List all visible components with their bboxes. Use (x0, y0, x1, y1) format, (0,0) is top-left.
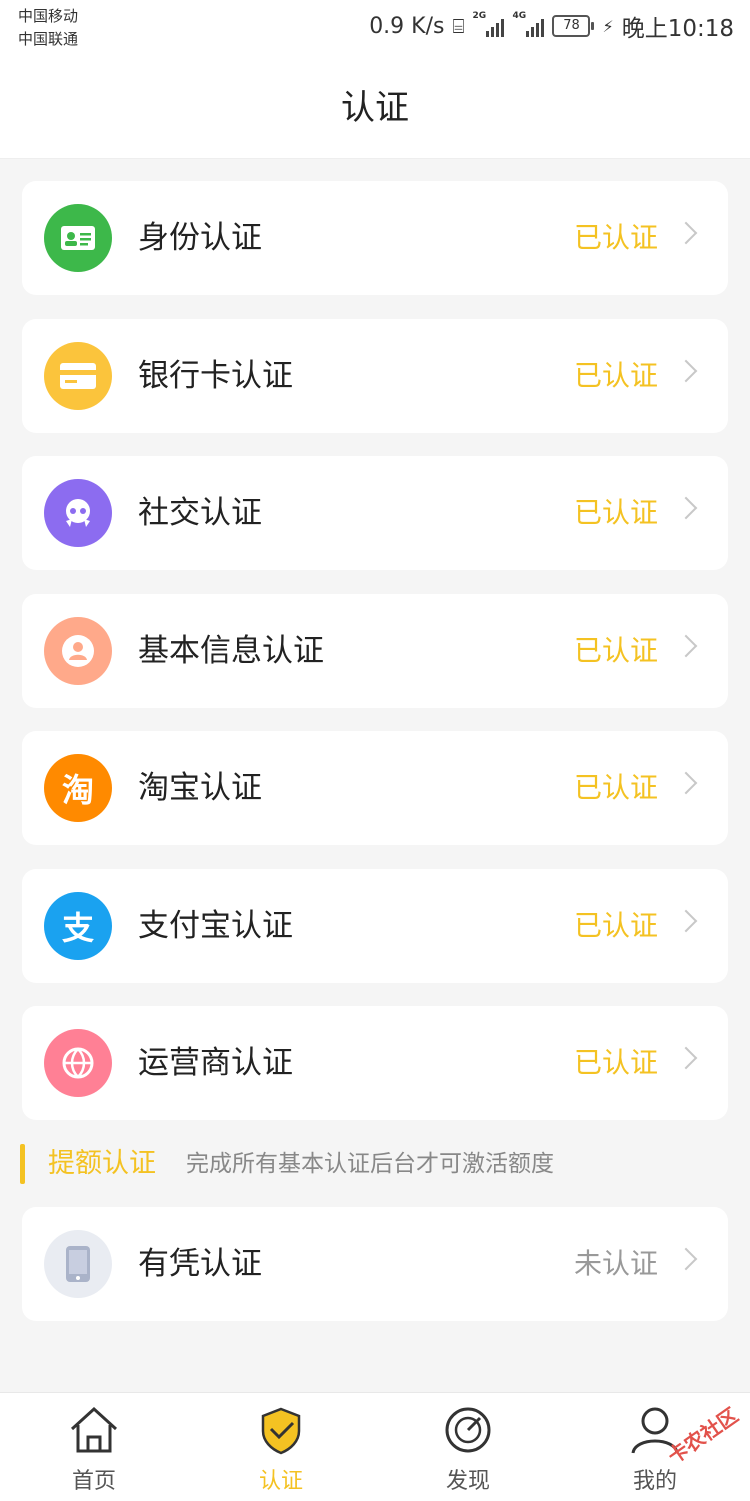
tab-label: 认证 (258, 1469, 303, 1494)
home-icon (70, 1406, 118, 1453)
verify-item-identity[interactable]: 身份认证 已认证 (22, 181, 728, 295)
tab-verify[interactable]: 认证 (221, 1393, 341, 1501)
item-status: 已认证 (573, 1046, 658, 1079)
chevron-right-icon (674, 771, 698, 795)
item-label: 基本信息认证 (138, 633, 324, 669)
carrier-2: 中国联通 (18, 30, 79, 48)
signal-4g-label: 4G (512, 11, 527, 21)
status-right: 0.9 K/s ⌸ 2G 4G 78 ⚡ 晚上10:18 (369, 8, 734, 44)
battery-icon: 78 (552, 15, 595, 37)
verify-item-taobao[interactable]: 淘 淘宝认证 已认证 (22, 731, 728, 845)
verify-item-bank-card[interactable]: 银行卡认证 已认证 (22, 319, 728, 433)
item-status: 已认证 (573, 221, 658, 254)
tab-label: 我的 (632, 1469, 677, 1494)
taobao-icon: 淘 (44, 754, 112, 822)
tab-home[interactable]: 首页 (34, 1393, 154, 1501)
carrier-names: 中国移动 中国联通 (18, 5, 78, 51)
signal-2g-icon: 2G (472, 11, 505, 37)
item-label: 支付宝认证 (138, 908, 293, 944)
item-status: 已认证 (573, 771, 658, 804)
chevron-right-icon (674, 496, 698, 520)
tab-discover[interactable]: 发现 (408, 1393, 528, 1501)
tab-label: 首页 (71, 1469, 116, 1494)
chevron-right-icon (674, 909, 698, 933)
page-title: 认证 (341, 88, 409, 128)
chevron-right-icon (674, 359, 698, 383)
verify-item-alipay[interactable]: 支 支付宝认证 已认证 (22, 869, 728, 983)
alipay-icon: 支 (44, 892, 112, 960)
page-header: 认证 (0, 56, 750, 159)
vibrate-icon: ⌸ (452, 14, 465, 38)
signal-2g-label: 2G (472, 11, 487, 21)
item-label: 运营商认证 (138, 1045, 293, 1081)
tab-label: 发现 (445, 1469, 490, 1494)
carrier-1: 中国移动 (18, 7, 79, 25)
item-status: 已认证 (573, 909, 658, 942)
signal-4g-icon: 4G (512, 11, 545, 37)
compass-icon (445, 1407, 491, 1453)
section-header: 提额认证 完成所有基本认证后台才可激活额度 (0, 1140, 750, 1188)
carrier-globe-icon (44, 1029, 112, 1097)
verify-item-social[interactable]: 社交认证 已认证 (22, 456, 728, 570)
chevron-right-icon (674, 221, 698, 245)
charging-icon: ⚡ (602, 16, 614, 36)
item-label: 银行卡认证 (138, 358, 293, 394)
section-accent-bar (20, 1144, 25, 1184)
id-card-icon (44, 204, 112, 272)
bank-card-icon (44, 342, 112, 410)
chevron-right-icon (674, 634, 698, 658)
shield-check-icon (261, 1407, 301, 1455)
section-title: 提额认证 (48, 1148, 156, 1179)
network-speed: 0.9 K/s (369, 13, 445, 39)
verify-item-carrier[interactable]: 运营商认证 已认证 (22, 1006, 728, 1120)
chevron-right-icon (674, 1247, 698, 1271)
item-status: 已认证 (573, 634, 658, 667)
phone-icon (44, 1230, 112, 1298)
clock: 晚上10:18 (621, 16, 734, 42)
item-status: 已认证 (573, 359, 658, 392)
bottom-tab-bar: 首页 认证 发现 我的 (0, 1392, 750, 1501)
item-status: 未认证 (573, 1247, 658, 1280)
verify-item-youping[interactable]: 有凭认证 未认证 (22, 1207, 728, 1321)
status-bar: 中国移动 中国联通 0.9 K/s ⌸ 2G 4G 78 ⚡ 晚上10:18 (0, 0, 750, 56)
verify-item-basic-info[interactable]: 基本信息认证 已认证 (22, 594, 728, 708)
user-info-icon (44, 617, 112, 685)
chevron-right-icon (674, 1046, 698, 1070)
item-status: 已认证 (573, 496, 658, 529)
item-label: 社交认证 (138, 495, 262, 531)
section-hint: 完成所有基本认证后台才可激活额度 (186, 1151, 554, 1177)
item-label: 淘宝认证 (138, 770, 262, 806)
item-label: 有凭认证 (138, 1246, 262, 1282)
social-icon (44, 479, 112, 547)
item-label: 身份认证 (138, 220, 262, 256)
